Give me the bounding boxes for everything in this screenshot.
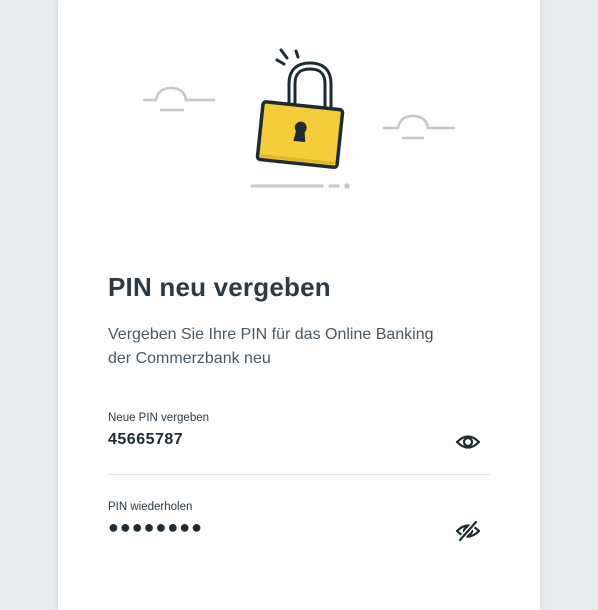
eye-off-icon [455,520,481,542]
new-pin-field[interactable]: 45665787 [108,431,183,449]
unlocked-padlock-illustration [142,48,456,189]
cloud-right-icon [382,114,456,140]
ground-line [250,183,350,189]
sparkle-lines [275,48,300,66]
subtitle-line-1: Vergeben Sie Ihre PIN für das Online Ban… [108,326,434,343]
field-divider [108,474,490,475]
cloud-left-icon [142,86,216,112]
page-subtitle: Vergeben Sie Ihre PIN für das Online Ban… [108,323,508,371]
subtitle-line-2: der Commerzbank neu [108,350,271,367]
repeat-pin-field[interactable]: ●●●●●●●● [108,517,203,538]
app-screen: PIN neu vergeben Vergeben Sie Ihre PIN f… [58,0,540,610]
new-pin-label: Neue PIN vergeben [108,412,210,424]
show-pin-toggle[interactable] [453,429,483,455]
repeat-pin-label: PIN wiederholen [108,501,193,513]
hide-pin-toggle[interactable] [453,518,483,544]
page-title: PIN neu vergeben [108,272,331,302]
eye-icon [455,435,481,449]
